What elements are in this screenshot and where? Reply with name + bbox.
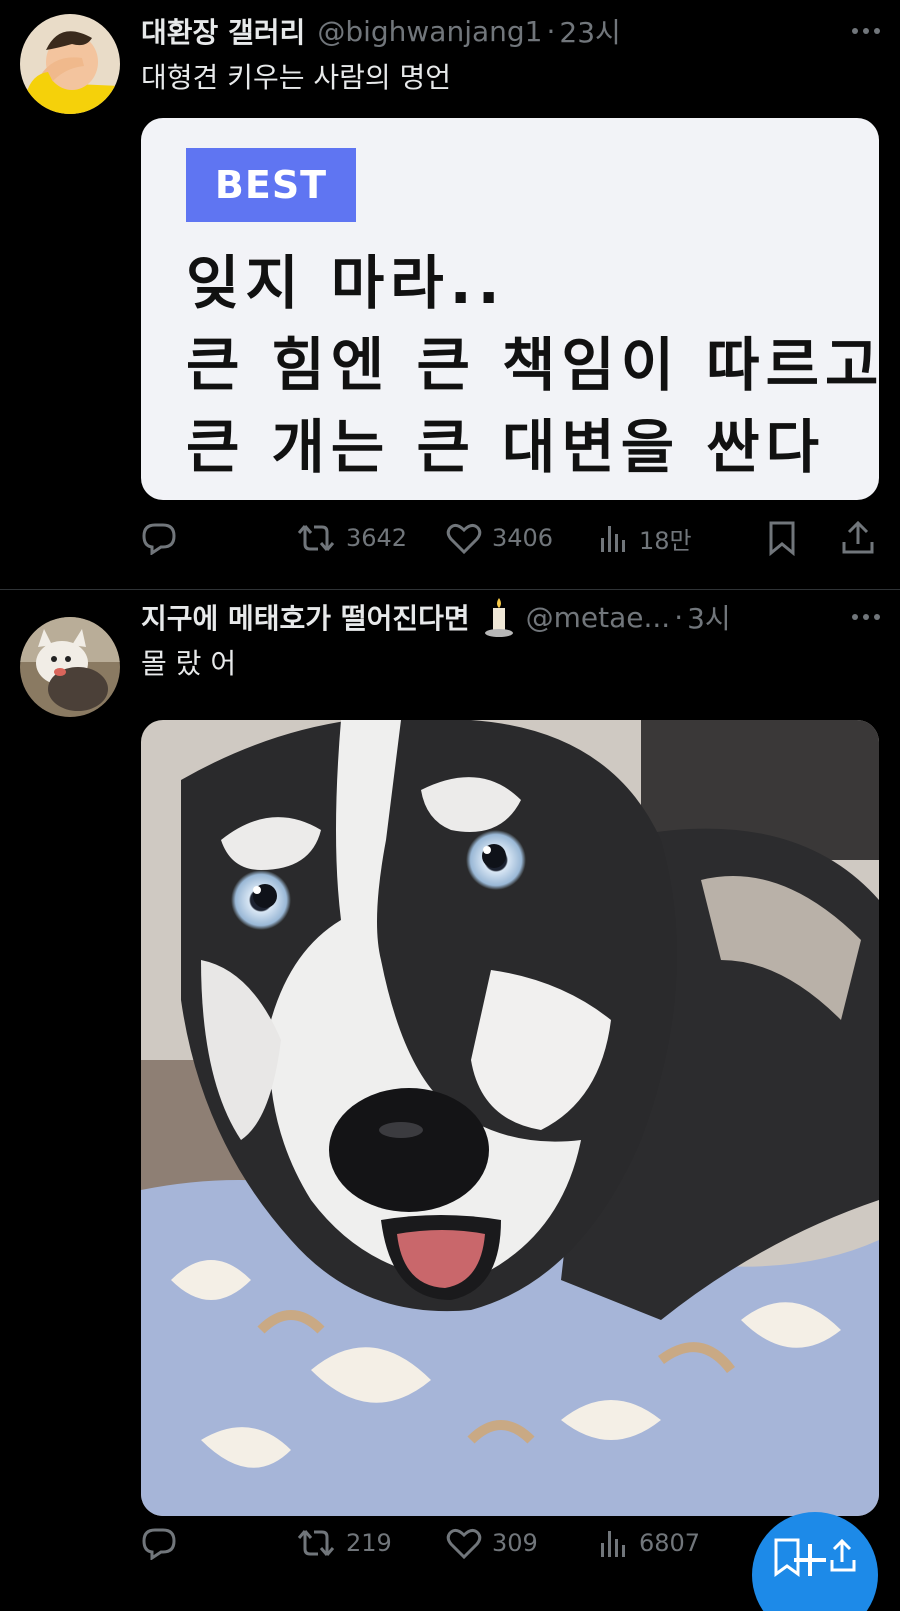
views-button[interactable]: 18만 [599, 516, 692, 560]
reply-button[interactable] [141, 516, 177, 560]
reply-icon [142, 1528, 176, 1560]
retweet-count: 3642 [346, 524, 408, 552]
tweet-2[interactable]: 지구에 메태호가 떨어진다면 @metae... · 3시 몰 랐 어 219 … [0, 590, 900, 1611]
tweet-media-image[interactable]: BEST 잊지 마라.. 큰 힘엔 큰 책임이 따르고 큰 개는 큰 대변을 싼… [141, 118, 879, 500]
tweet-media-image[interactable] [141, 720, 879, 1516]
compose-plus-icon [774, 1538, 856, 1577]
view-count: 6807 [639, 1529, 701, 1557]
share-icon [842, 520, 874, 554]
like-count: 309 [492, 1529, 538, 1557]
timestamp[interactable]: 3시 [687, 597, 731, 637]
separator-dot: · [546, 14, 556, 48]
reply-button[interactable] [141, 1521, 177, 1565]
avatar-image-icon [20, 617, 120, 717]
share-button[interactable] [841, 516, 875, 560]
retweet-icon [297, 1530, 335, 1556]
handle[interactable]: @bighwanjang1 [317, 15, 542, 48]
bookmark-icon [769, 521, 795, 556]
more-options-icon[interactable] [852, 13, 880, 49]
separator-dot: · [674, 600, 684, 634]
tweet-text: 대형견 키우는 사람의 명언 [141, 61, 452, 94]
handle[interactable]: @metae... [526, 601, 671, 634]
husky-photo-icon [141, 720, 879, 1516]
like-count: 3406 [492, 524, 554, 552]
avatar[interactable] [20, 617, 120, 717]
retweet-button[interactable]: 3642 [296, 516, 407, 560]
view-count: 18만 [639, 526, 692, 555]
display-name[interactable]: 지구에 메태호가 떨어진다면 [141, 597, 470, 637]
heart-icon [446, 1528, 482, 1559]
retweet-button[interactable]: 219 [296, 1521, 392, 1565]
card-line-3: 큰 개는 큰 대변을 싼다 [186, 413, 826, 481]
heart-icon [446, 523, 482, 554]
display-name[interactable]: 대환장 갤러리 [141, 11, 305, 51]
bookmark-button[interactable] [767, 516, 797, 560]
retweet-count: 219 [346, 1529, 392, 1557]
reply-icon [142, 523, 176, 555]
more-options-icon[interactable] [852, 599, 880, 635]
like-button[interactable]: 309 [446, 1521, 538, 1565]
avatar[interactable] [20, 14, 120, 114]
views-button[interactable]: 6807 [599, 1521, 700, 1565]
views-chart-icon [601, 526, 625, 552]
tweet-1[interactable]: 대환장 갤러리 @bighwanjang1 · 23시 대형견 키우는 사람의 … [0, 0, 900, 575]
card-line-2: 큰 힘엔 큰 책임이 따르고 [186, 331, 879, 399]
timestamp[interactable]: 23시 [559, 11, 620, 51]
retweet-icon [297, 525, 335, 551]
best-badge: BEST [186, 148, 356, 222]
candle-icon [484, 596, 514, 638]
tweet-text: 몰 랐 어 [141, 647, 237, 680]
views-chart-icon [601, 1531, 625, 1557]
card-line-1: 잊지 마라.. [186, 249, 506, 317]
avatar-image-icon [20, 14, 120, 114]
like-button[interactable]: 3406 [446, 516, 553, 560]
